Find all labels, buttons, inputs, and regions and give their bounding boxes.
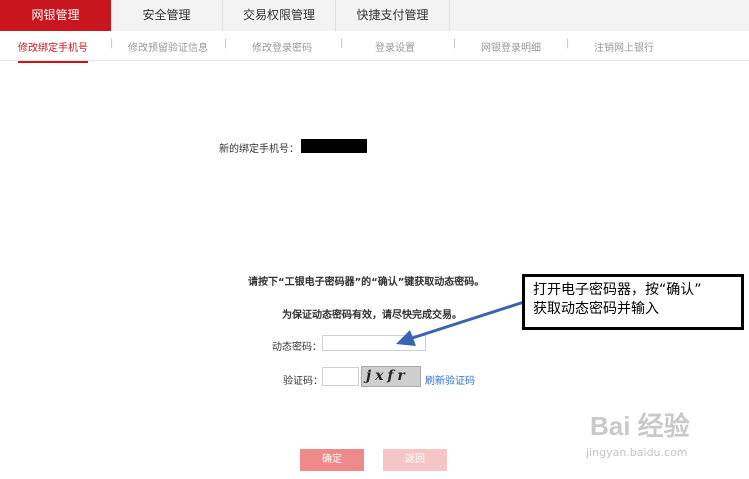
redacted-phone-number <box>301 139 367 153</box>
annotation-text-box: 打开电子密码器，按“确认” 获取动态密码并输入 <box>525 277 741 327</box>
captcha-input[interactable] <box>322 367 359 386</box>
top-nav: 网银管理 安全管理 交易权限管理 快捷支付管理 <box>0 0 749 32</box>
subnav-cancel-online-banking[interactable]: 注销网上银行 <box>594 39 654 54</box>
subnav-login-settings[interactable]: 登录设置 <box>375 39 415 54</box>
dynamic-password-label: 动态密码： <box>272 342 322 353</box>
subnav-change-verification[interactable]: 修改预留验证信息 <box>128 39 208 54</box>
new-phone-label: 新的绑定手机号： <box>219 144 299 155</box>
subnav-separator: | <box>566 38 570 49</box>
tab-transaction-permission[interactable]: 交易权限管理 <box>223 0 336 31</box>
annotation-callout: 打开电子密码器，按“确认” 获取动态密码并输入 <box>522 274 744 330</box>
subnav-separator: | <box>110 38 114 49</box>
sub-nav: 修改绑定手机号 | 修改预留验证信息 | 修改登录密码 | 登录设置 | 网银登… <box>0 31 749 63</box>
watermark-logo: Bai 经验 <box>590 411 690 441</box>
confirm-button[interactable]: 确定 <box>300 449 364 471</box>
watermark-url: jingyan.baidu.com <box>586 446 688 459</box>
tab-security-management[interactable]: 安全管理 <box>111 0 223 31</box>
subnav-change-login-password[interactable]: 修改登录密码 <box>252 39 312 54</box>
refresh-captcha-link[interactable]: 刷新验证码 <box>425 372 475 387</box>
subnav-separator: | <box>453 38 457 49</box>
instruction-text: 请按下“工银电子密码器”的“确认”键获取动态密码。 <box>248 277 485 288</box>
callout-arrow <box>396 300 526 346</box>
captcha-image: jxfr <box>361 366 421 387</box>
annotation-line-2: 获取动态密码并输入 <box>533 301 659 317</box>
subnav-change-phone[interactable]: 修改绑定手机号 <box>18 39 88 63</box>
subnav-login-details[interactable]: 网银登录明细 <box>481 39 541 54</box>
annotation-line-1: 打开电子密码器，按“确认” <box>533 282 702 298</box>
tab-online-banking-management[interactable]: 网银管理 <box>0 0 111 31</box>
captcha-label: 验证码： <box>283 376 323 387</box>
tab-quick-payment[interactable]: 快捷支付管理 <box>336 0 450 31</box>
subnav-separator: | <box>224 38 228 49</box>
subnav-separator: | <box>340 38 344 49</box>
back-button[interactable]: 返回 <box>383 449 447 471</box>
